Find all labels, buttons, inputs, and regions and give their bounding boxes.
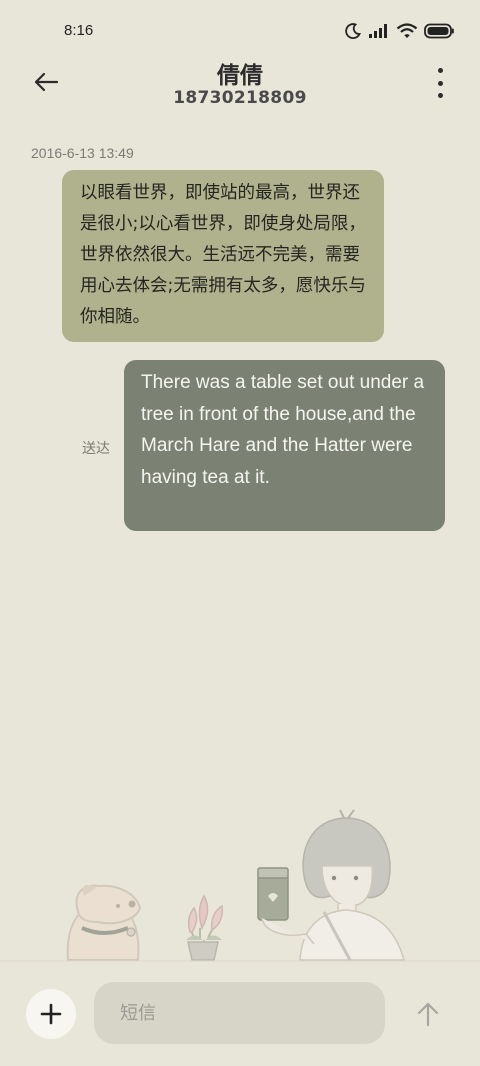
moon-icon <box>345 23 361 39</box>
more-options-button[interactable] <box>430 68 450 98</box>
arrow-up-icon <box>417 1002 439 1027</box>
add-attachment-button[interactable] <box>26 989 76 1039</box>
flower-pot-illustration <box>186 894 224 961</box>
wifi-icon <box>396 23 418 38</box>
background-illustration <box>0 809 480 962</box>
delivery-status: 送达 <box>82 441 110 457</box>
conversation-header: 倩倩 18730218809 <box>0 50 480 120</box>
status-icons <box>344 22 454 40</box>
plus-icon <box>40 1003 62 1025</box>
battery-icon <box>424 23 454 39</box>
girl-illustration <box>257 809 405 961</box>
send-button[interactable] <box>410 996 446 1032</box>
contact-number: 18730218809 <box>173 88 307 108</box>
message-composer <box>0 978 480 1054</box>
status-time: 8:16 <box>64 22 94 39</box>
incoming-message-bubble[interactable]: 以眼看世界，即使站的最高，世界还是很小;以心看世界，即使身处局限，世界依然很大。… <box>62 170 384 342</box>
signal-icon <box>369 24 387 38</box>
more-vertical-icon <box>437 68 443 73</box>
message-input[interactable] <box>94 982 385 1044</box>
message-timestamp: 2016-6-13 13:49 <box>31 145 134 161</box>
outgoing-message-bubble[interactable]: There was a table set out under a tree i… <box>124 360 445 531</box>
dog-illustration <box>66 884 142 961</box>
contact-name: 倩倩 <box>217 63 263 89</box>
